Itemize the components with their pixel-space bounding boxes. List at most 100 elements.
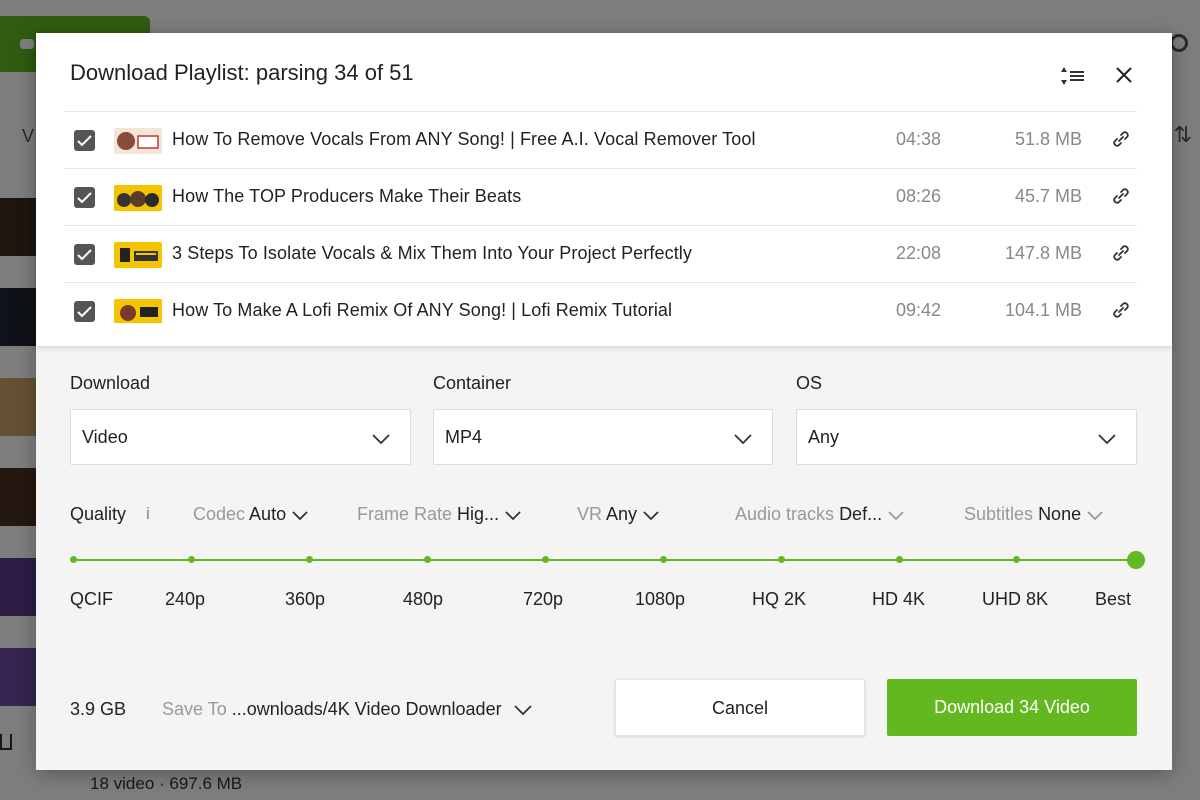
total-size: 3.9 GB	[70, 699, 127, 719]
copy-link-button[interactable]	[1110, 242, 1132, 264]
quality-level-label[interactable]: HD 4K	[872, 589, 925, 610]
quality-slider-tick[interactable]	[778, 556, 785, 563]
link-icon	[1113, 188, 1129, 204]
os-select[interactable]: Any	[796, 409, 1137, 465]
checkmark-icon	[77, 192, 92, 204]
subtitles-dropdown[interactable]: Subtitles None	[964, 504, 1103, 525]
cancel-button[interactable]: Cancel	[615, 679, 865, 736]
playlist-item-row[interactable]: How The TOP Producers Make Their Beats 0…	[64, 169, 1137, 226]
quality-level-label[interactable]: 480p	[403, 589, 443, 610]
quality-label: Quality	[70, 504, 127, 524]
os-value: Any	[808, 427, 840, 447]
chevron-down-icon	[513, 705, 532, 716]
info-icon[interactable]: i	[146, 504, 150, 524]
sort-list-button[interactable]	[1058, 63, 1088, 89]
sort-list-icon	[1061, 67, 1084, 85]
video-duration: 08:26	[896, 186, 942, 206]
video-duration: 09:42	[896, 300, 942, 320]
quality-slider-track[interactable]	[73, 559, 1137, 561]
quality-level-label[interactable]: UHD 8K	[982, 589, 1048, 610]
frame-rate-value: Hig...	[457, 504, 500, 524]
checkmark-icon	[77, 306, 92, 318]
frame-rate-dropdown[interactable]: Frame Rate Hig...	[357, 504, 521, 525]
quality-slider-tick[interactable]	[896, 556, 903, 563]
download-type-value: Video	[82, 427, 128, 447]
video-title: How To Make A Lofi Remix Of ANY Song! | …	[172, 300, 673, 320]
audio-tracks-dropdown[interactable]: Audio tracks Def...	[735, 504, 904, 525]
video-size: 45.7 MB	[1014, 186, 1082, 206]
chevron-down-icon	[1098, 434, 1116, 444]
vr-label: VR	[577, 504, 603, 524]
copy-link-button[interactable]	[1110, 299, 1132, 321]
video-title: How The TOP Producers Make Their Beats	[172, 186, 522, 206]
subtitles-label: Subtitles	[964, 504, 1034, 524]
audio-tracks-label: Audio tracks	[735, 504, 835, 524]
checkmark-icon	[77, 135, 92, 147]
vr-value: Any	[606, 504, 638, 524]
item-checkbox[interactable]	[74, 244, 95, 265]
audio-tracks-value: Def...	[839, 504, 883, 524]
chevron-down-icon	[734, 434, 752, 444]
quality-level-label[interactable]: Best	[1095, 589, 1131, 610]
quality-level-label[interactable]: 720p	[523, 589, 563, 610]
subtitles-value: None	[1038, 504, 1082, 524]
chevron-down-icon	[372, 434, 390, 444]
container-select[interactable]: MP4	[433, 409, 773, 465]
link-icon	[1113, 245, 1129, 261]
quality-slider-tick[interactable]	[542, 556, 549, 563]
container-value: MP4	[445, 427, 483, 447]
save-to-path: ...ownloads/4K Video Downloader	[231, 699, 502, 719]
video-duration: 04:38	[896, 129, 942, 149]
quality-slider-tick[interactable]	[70, 556, 77, 563]
close-button[interactable]	[1112, 63, 1136, 87]
codec-dropdown[interactable]: Codec Auto	[193, 504, 308, 525]
item-checkbox[interactable]	[74, 130, 95, 151]
playlist-item-row[interactable]: How To Remove Vocals From ANY Song! | Fr…	[64, 112, 1137, 169]
quality-level-label[interactable]: HQ 2K	[752, 589, 806, 610]
quality-slider-handle[interactable]	[1127, 551, 1145, 569]
video-title: How To Remove Vocals From ANY Song! | Fr…	[172, 129, 756, 149]
download-type-select[interactable]: Video	[70, 409, 411, 465]
copy-link-button[interactable]	[1110, 128, 1132, 150]
chevron-down-icon	[505, 511, 521, 521]
item-checkbox[interactable]	[74, 187, 95, 208]
download-button[interactable]: Download 34 Video	[887, 679, 1137, 736]
copy-link-button[interactable]	[1110, 185, 1132, 207]
quality-level-label[interactable]: 240p	[165, 589, 205, 610]
playlist-item-row[interactable]: 3 Steps To Isolate Vocals & Mix Them Int…	[64, 226, 1137, 283]
video-thumbnail	[114, 128, 162, 154]
video-size: 51.8 MB	[1014, 129, 1082, 149]
playlist-items-list[interactable]: How To Remove Vocals From ANY Song! | Fr…	[64, 111, 1137, 323]
video-title: 3 Steps To Isolate Vocals & Mix Them Int…	[172, 243, 692, 263]
chevron-down-icon	[292, 511, 308, 521]
chevron-down-icon	[643, 511, 659, 521]
quality-slider-tick[interactable]	[424, 556, 431, 563]
link-icon	[1113, 131, 1129, 147]
chevron-down-icon	[1087, 511, 1103, 521]
checkmark-icon	[77, 249, 92, 261]
os-label: OS	[796, 373, 823, 393]
quality-level-label[interactable]: 1080p	[635, 589, 685, 610]
quality-slider-tick[interactable]	[306, 556, 313, 563]
video-thumbnail	[114, 242, 162, 268]
close-icon	[1116, 67, 1132, 83]
video-size: 104.1 MB	[1004, 300, 1082, 320]
quality-slider-tick[interactable]	[660, 556, 667, 563]
dialog-header-panel: Download Playlist: parsing 34 of 51 How …	[36, 33, 1172, 346]
quality-slider-tick[interactable]	[1013, 556, 1020, 563]
item-checkbox[interactable]	[74, 301, 95, 322]
download-type-label: Download	[70, 373, 151, 393]
quality-level-label[interactable]: QCIF	[70, 589, 113, 610]
chevron-down-icon	[888, 511, 904, 521]
save-to-dropdown[interactable]: Save To ...ownloads/4K Video Downloader	[162, 699, 532, 720]
video-thumbnail	[114, 185, 162, 211]
quality-slider-tick[interactable]	[188, 556, 195, 563]
save-to-label: Save To	[162, 699, 227, 719]
frame-rate-label: Frame Rate	[357, 504, 453, 524]
vr-dropdown[interactable]: VR Any	[577, 504, 659, 525]
download-playlist-dialog: Download Playlist: parsing 34 of 51 How …	[36, 33, 1172, 770]
container-label: Container	[433, 373, 512, 393]
quality-level-label[interactable]: 360p	[285, 589, 325, 610]
codec-label: Codec	[193, 504, 246, 524]
playlist-item-row[interactable]: How To Make A Lofi Remix Of ANY Song! | …	[64, 283, 1137, 323]
